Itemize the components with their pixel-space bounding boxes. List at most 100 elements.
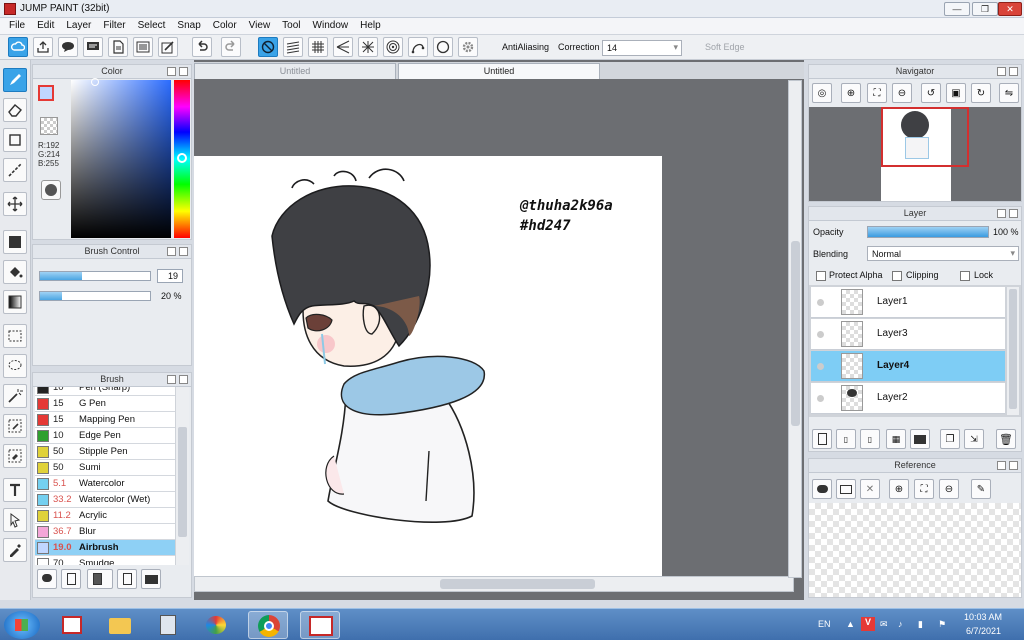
popout-icon[interactable] — [997, 67, 1006, 76]
brush-opacity-slider[interactable] — [39, 291, 151, 301]
clock-time[interactable]: 10:03 AM — [964, 612, 1002, 622]
new-layer-button[interactable] — [812, 429, 832, 449]
saturation-value-picker[interactable] — [71, 78, 171, 238]
document-button[interactable] — [108, 37, 128, 57]
brush-item[interactable]: 50 Stipple Pen — [35, 444, 175, 460]
list-button[interactable] — [133, 37, 153, 57]
close-button[interactable]: ✕ — [998, 2, 1022, 16]
snap-off-button[interactable] — [258, 37, 278, 57]
reference-zoom-out-button[interactable]: ⊖ — [939, 479, 959, 499]
scroll-thumb[interactable] — [791, 241, 800, 426]
new-halftone-layer-button[interactable]: ▦ — [886, 429, 906, 449]
foreground-color-swatch[interactable] — [38, 85, 54, 101]
sv-cursor[interactable] — [91, 78, 99, 86]
snap-concentric-button[interactable] — [383, 37, 403, 57]
popout-icon[interactable] — [997, 461, 1006, 470]
merge-down-button[interactable]: ⇲ — [964, 429, 984, 449]
brush-item[interactable]: 50 Sumi — [35, 460, 175, 476]
hue-slider[interactable] — [174, 80, 190, 238]
snap-settings-button[interactable] — [458, 37, 478, 57]
snap-circle-button[interactable] — [433, 37, 453, 57]
reference-zoom-in-button[interactable]: ⊕ — [889, 479, 909, 499]
brush-item[interactable]: 33.2 Watercolor (Wet) — [35, 492, 175, 508]
snap-parallel-button[interactable] — [283, 37, 303, 57]
menu-color[interactable]: Color — [207, 18, 243, 34]
brush-item[interactable]: 36.7 Blur — [35, 524, 175, 540]
comment-button[interactable] — [58, 37, 78, 57]
close-icon[interactable] — [179, 247, 188, 256]
new-8bit-layer-button[interactable]: ▯ — [836, 429, 856, 449]
stamp-button[interactable] — [158, 37, 178, 57]
lasso-tool[interactable] — [3, 354, 27, 378]
visibility-dot[interactable] — [817, 331, 824, 338]
zoom-in-button[interactable]: ⊕ — [841, 83, 861, 103]
layer-row-layer4[interactable]: Layer4 — [811, 351, 1005, 382]
close-icon[interactable] — [1009, 67, 1018, 76]
visibility-dot[interactable] — [817, 395, 824, 402]
reference-eyedropper-button[interactable]: ✎ — [971, 479, 991, 499]
brush-item[interactable]: 11.2 Acrylic — [35, 508, 175, 524]
popout-icon[interactable] — [167, 67, 176, 76]
correction-input[interactable]: 14 ▾ — [602, 40, 682, 56]
layer-list-scrollbar[interactable] — [1007, 287, 1019, 415]
navigator-viewport[interactable] — [881, 107, 969, 167]
scroll-thumb[interactable] — [440, 579, 595, 589]
gradient-tool[interactable] — [3, 290, 27, 314]
snap-burst-button[interactable] — [358, 37, 378, 57]
visibility-dot[interactable] — [817, 363, 824, 370]
menu-layer[interactable]: Layer — [60, 18, 97, 34]
tray-app-icon[interactable]: ✉ — [880, 619, 888, 630]
menu-window[interactable]: Window — [307, 18, 355, 34]
brush-list-scrollbar[interactable] — [175, 387, 189, 565]
menu-snap[interactable]: Snap — [171, 18, 206, 34]
new-brush-button[interactable] — [61, 569, 81, 589]
taskbar-paint[interactable] — [196, 611, 236, 639]
eraser-tool[interactable] — [3, 98, 27, 122]
popout-icon[interactable] — [997, 209, 1006, 218]
brush-item[interactable]: 19.0 Airbrush — [35, 540, 175, 556]
layer-row-layer3[interactable]: Layer3 — [811, 319, 1005, 350]
hue-cursor[interactable] — [177, 153, 187, 163]
rect-select-tool[interactable] — [3, 324, 27, 348]
reference-cloud-button[interactable] — [812, 479, 832, 499]
speaker-icon[interactable]: ♪ — [898, 619, 903, 629]
redo-button[interactable] — [221, 37, 241, 57]
share-button[interactable] — [33, 37, 53, 57]
cloud-button[interactable] — [8, 37, 28, 57]
snap-grid-button[interactable] — [308, 37, 328, 57]
reference-fit-button[interactable]: ⛶ — [914, 479, 934, 499]
brush-item[interactable]: 5.1 Watercolor — [35, 476, 175, 492]
taskbar-chrome[interactable] — [248, 611, 288, 639]
brush-item[interactable]: 15 Mapping Pen — [35, 412, 175, 428]
scroll-thumb[interactable] — [178, 427, 187, 537]
action-center-icon[interactable]: ⚑ — [938, 619, 946, 630]
rotate-left-button[interactable]: ↺ — [921, 83, 941, 103]
menu-tool[interactable]: Tool — [276, 18, 306, 34]
eyedropper-tool[interactable] — [3, 538, 27, 562]
layer-row-layer2[interactable]: Layer2 — [811, 383, 1005, 414]
network-signal-icon[interactable]: ▮ — [918, 619, 923, 630]
drawing-canvas[interactable]: @thuha2k96a #hd247 — [194, 156, 662, 576]
layer-opacity-slider[interactable] — [867, 226, 989, 238]
select-pen-tool[interactable] — [3, 414, 27, 438]
taskbar-app-network[interactable] — [52, 611, 92, 639]
maximize-button[interactable]: ❐ — [972, 2, 998, 16]
lock-checkbox[interactable] — [960, 271, 970, 281]
minimize-button[interactable]: — — [944, 2, 970, 16]
popout-icon[interactable] — [167, 375, 176, 384]
menu-view[interactable]: View — [243, 18, 277, 34]
move-tool[interactable] — [3, 192, 27, 216]
transparent-color-swatch[interactable] — [40, 117, 58, 135]
brush-size-slider[interactable] — [39, 271, 151, 281]
close-icon[interactable] — [179, 375, 188, 384]
brush-settings-button[interactable] — [117, 569, 137, 589]
visibility-dot[interactable] — [817, 299, 824, 306]
clipping-checkbox[interactable] — [892, 271, 902, 281]
protect-alpha-checkbox[interactable] — [816, 271, 826, 281]
snap-curve-button[interactable] — [408, 37, 428, 57]
bucket-tool[interactable] — [3, 260, 27, 284]
language-indicator[interactable]: EN — [818, 619, 831, 629]
reset-view-button[interactable]: ▣ — [946, 83, 966, 103]
tray-expand-icon[interactable]: ▲ — [846, 619, 855, 629]
brush-item[interactable]: 10 Pen (Sharp) — [35, 387, 175, 396]
